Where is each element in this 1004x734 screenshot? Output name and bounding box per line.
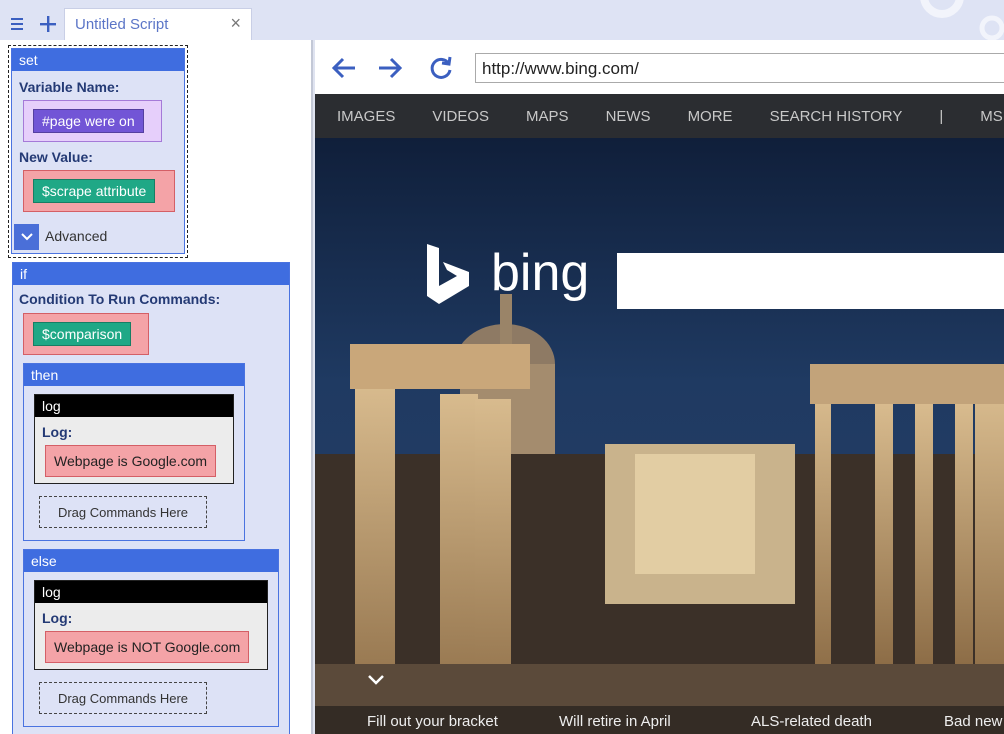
tab-untitled-script[interactable]: Untitled Script × [64, 8, 252, 40]
refresh-icon[interactable] [426, 54, 456, 82]
plus-icon[interactable] [33, 8, 63, 40]
variable-name-label: Variable Name: [19, 79, 120, 95]
menu-icon[interactable] [2, 8, 32, 40]
set-block-header[interactable]: set [12, 49, 184, 71]
if-block-header[interactable]: if [13, 263, 289, 285]
bing-nav-videos[interactable]: VIDEOS [432, 108, 489, 125]
background-photo [315, 94, 1004, 734]
chevron-down-icon[interactable] [365, 672, 387, 688]
else-drop-zone[interactable]: Drag Commands Here [39, 682, 207, 714]
then-log-value[interactable]: Webpage is Google.com [45, 445, 217, 477]
bing-nav-images[interactable]: IMAGES [337, 108, 395, 125]
plus-icon-glyph [40, 16, 56, 32]
new-value-slot[interactable]: $scrape attribute [23, 170, 175, 212]
bing-nav-news[interactable]: NEWS [606, 108, 651, 125]
scrape-attribute-chip[interactable]: $scrape attribute [33, 179, 156, 203]
bing-nav-search-history[interactable]: SEARCH HISTORY [770, 108, 903, 125]
bing-logo-text: bing [491, 244, 590, 302]
browser-pane: http://www.bing.com/ IMAGES VIDEOS MAPS … [315, 40, 1004, 734]
variable-name-slot[interactable]: #page were on [23, 100, 162, 142]
then-log-header[interactable]: log [35, 395, 233, 417]
script-editor: set Variable Name: #page were on New Val… [0, 40, 313, 734]
new-value-label: New Value: [19, 149, 93, 165]
url-field[interactable]: http://www.bing.com/ [475, 53, 1004, 83]
else-log-label: Log: [42, 610, 73, 626]
bing-b-icon [427, 244, 469, 304]
then-log-block[interactable]: log Log: Webpage is Google.com [34, 394, 234, 484]
then-block[interactable]: then log Log: Webpage is Google.com Drag… [23, 363, 245, 541]
bing-nav-maps[interactable]: MAPS [526, 108, 569, 125]
back-arrow-icon[interactable] [329, 54, 359, 82]
then-block-header[interactable]: then [24, 364, 244, 386]
bing-logo[interactable]: bing [425, 242, 595, 312]
browser-navbar: http://www.bing.com/ [315, 40, 1004, 94]
advanced-label: Advanced [45, 228, 108, 244]
bing-nav-divider: | [939, 107, 944, 125]
else-log-value[interactable]: Webpage is NOT Google.com [45, 631, 250, 663]
gear-icon [914, 0, 1004, 40]
set-block[interactable]: set Variable Name: #page were on New Val… [11, 48, 185, 254]
ticker-item-1[interactable]: Fill out your bracket [367, 713, 498, 730]
top-tab-bar: Untitled Script × [0, 0, 1004, 40]
tab-title: Untitled Script [75, 16, 169, 33]
ticker-item-3[interactable]: ALS-related death [751, 713, 872, 730]
bing-nav-msn[interactable]: MSN [980, 108, 1004, 125]
else-log-header[interactable]: log [35, 581, 267, 603]
close-icon[interactable]: × [230, 13, 241, 34]
bing-nav-more[interactable]: MORE [688, 108, 733, 125]
if-block[interactable]: if Condition To Run Commands: $compariso… [12, 262, 290, 734]
ticker-item-4[interactable]: Bad new [944, 713, 1002, 730]
condition-label: Condition To Run Commands: [19, 291, 221, 307]
bing-search-input[interactable] [617, 253, 1004, 309]
else-block-header[interactable]: else [24, 550, 278, 572]
then-log-label: Log: [42, 424, 73, 440]
menu-icon-glyph [11, 18, 23, 30]
condition-slot[interactable]: $comparison [23, 313, 149, 355]
chevron-down-icon[interactable] [14, 224, 39, 250]
bing-navbar: IMAGES VIDEOS MAPS NEWS MORE SEARCH HIST… [315, 94, 1004, 138]
webpage-view[interactable]: IMAGES VIDEOS MAPS NEWS MORE SEARCH HIST… [315, 94, 1004, 734]
forward-arrow-icon[interactable] [375, 54, 405, 82]
news-ticker: Fill out your bracket Will retire in Apr… [315, 706, 1004, 734]
else-log-block[interactable]: log Log: Webpage is NOT Google.com [34, 580, 268, 670]
else-block[interactable]: else log Log: Webpage is NOT Google.com … [23, 549, 279, 727]
ticker-item-2[interactable]: Will retire in April [559, 713, 671, 730]
then-drop-zone[interactable]: Drag Commands Here [39, 496, 207, 528]
variable-chip[interactable]: #page were on [33, 109, 144, 133]
advanced-toggle[interactable]: Advanced [14, 224, 174, 250]
comparison-chip[interactable]: $comparison [33, 322, 132, 346]
